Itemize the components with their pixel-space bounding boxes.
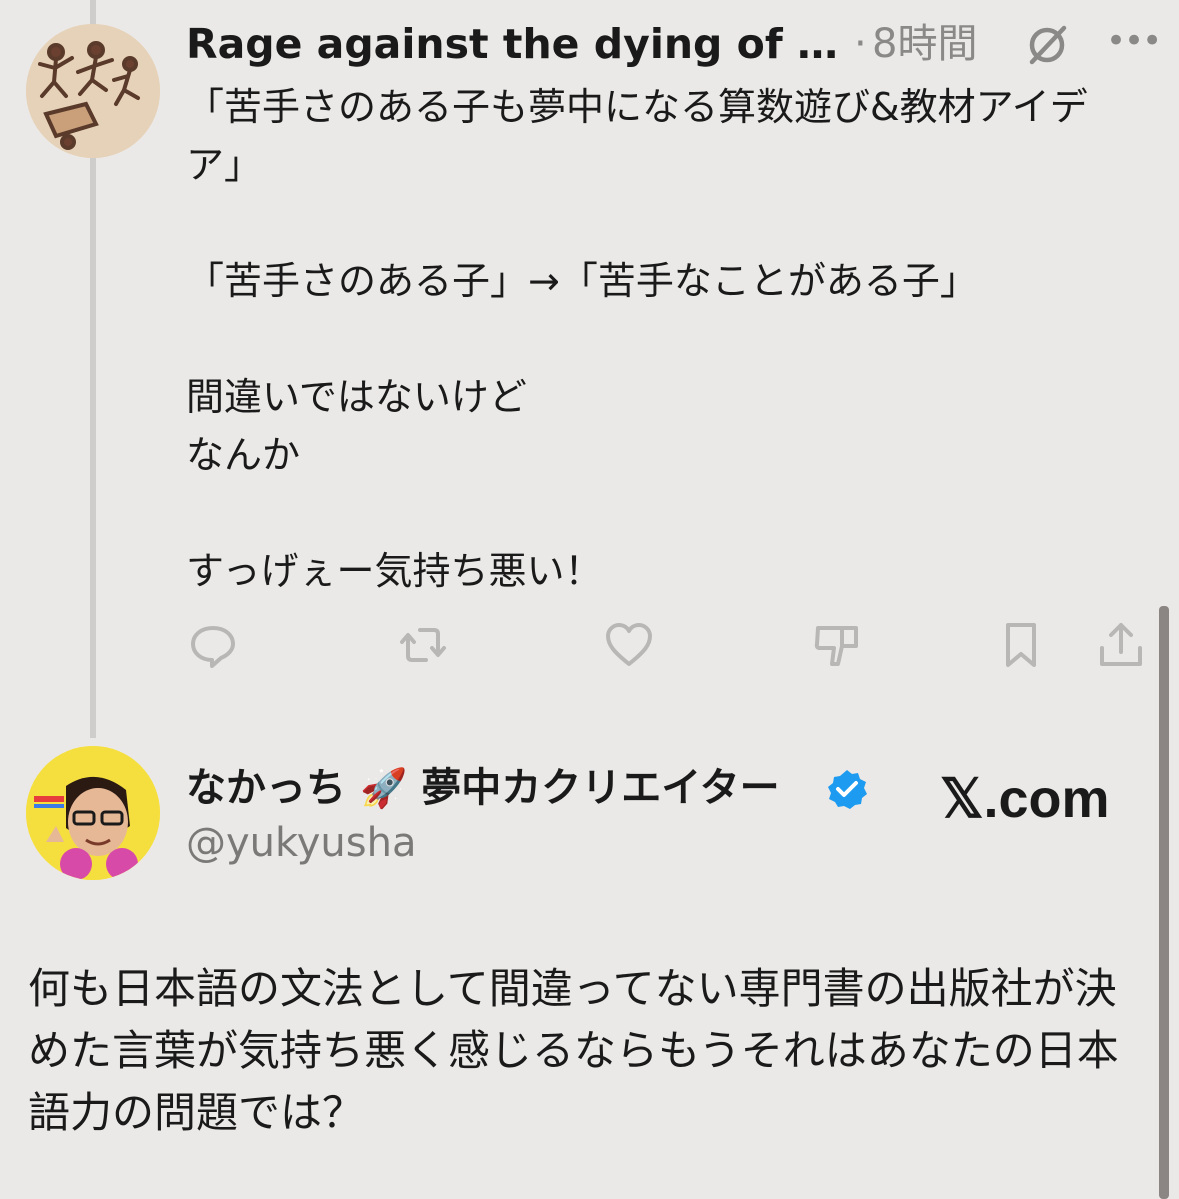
- author-title: 夢中カクリエイター: [421, 765, 780, 811]
- post-actions: [186, 620, 1146, 670]
- quoted-post-body: 「苦手さのある子も夢中になる算数遊び&教材アイデア」 「苦手さのある子」→「苦手…: [186, 85, 1088, 593]
- verified-badge-icon: [828, 770, 867, 809]
- separator-dot: ·: [854, 21, 867, 67]
- author-handle[interactable]: @yukyusha: [186, 816, 417, 870]
- dislike-icon[interactable]: [812, 620, 862, 670]
- post-time[interactable]: 8時間: [872, 18, 977, 70]
- avatar-illustration: [26, 24, 160, 158]
- share-icon[interactable]: [1096, 620, 1146, 670]
- reply-post-body: 何も日本語の文法として間違ってない専門書の出版社が決めた言葉が気持ち悪く感じるな…: [28, 964, 1119, 1137]
- author-name[interactable]: Rage against the dying of the...: [186, 18, 849, 70]
- repost-icon[interactable]: [398, 620, 448, 670]
- avatar[interactable]: [26, 746, 160, 880]
- avatar[interactable]: [26, 24, 160, 158]
- scrollbar[interactable]: [1159, 606, 1169, 1199]
- bookmark-icon[interactable]: [996, 620, 1046, 670]
- grok-icon[interactable]: [1024, 22, 1070, 68]
- rocket-emoji: 🚀: [359, 766, 408, 810]
- author-name[interactable]: なかっち 🚀 夢中カクリエイター: [186, 762, 780, 814]
- more-options-icon[interactable]: •••: [1106, 18, 1162, 64]
- x-logo: 𝕏.com: [940, 769, 1110, 829]
- avatar-photo: [26, 746, 160, 880]
- author-display-name: なかっち: [186, 765, 346, 811]
- reply-icon[interactable]: [188, 620, 238, 670]
- quoted-post-header: Rage against the dying of the... · 8時間 •…: [186, 18, 1166, 74]
- like-icon[interactable]: [604, 620, 654, 670]
